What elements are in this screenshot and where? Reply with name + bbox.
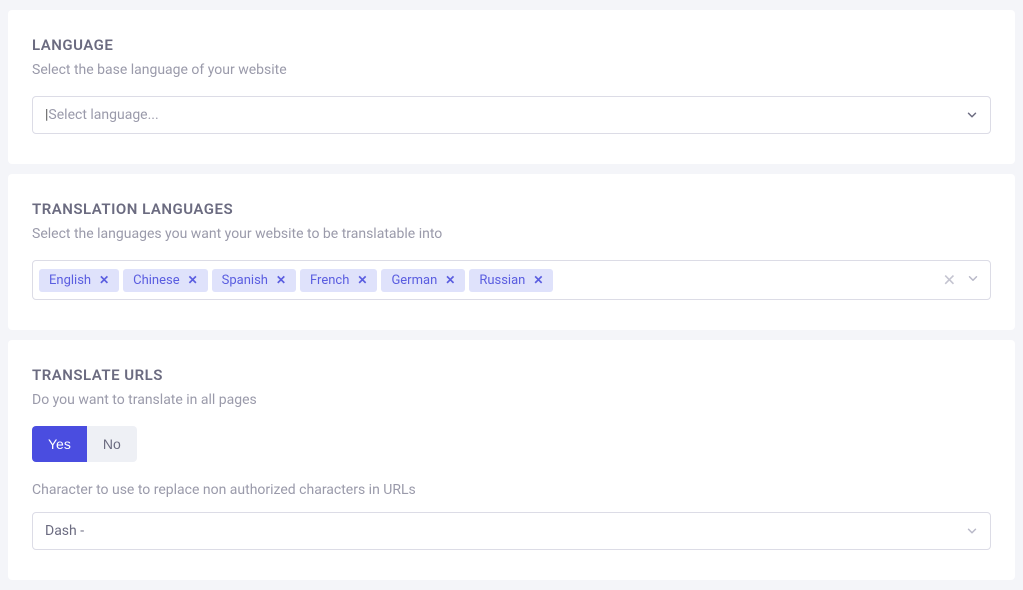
language-select-wrapper: |Select language... xyxy=(32,96,991,134)
url-char-select-wrapper: Dash - xyxy=(32,512,991,550)
translation-desc: Select the languages you want your websi… xyxy=(32,226,991,242)
translate-urls-card: TRANSLATE URLS Do you want to translate … xyxy=(8,340,1015,580)
url-char-label: Character to use to replace non authoriz… xyxy=(32,482,991,498)
tag-label: Chinese xyxy=(133,273,179,288)
translation-title: TRANSLATION LANGUAGES xyxy=(32,200,991,218)
tag-label: French xyxy=(310,273,349,288)
language-select[interactable]: |Select language... xyxy=(32,96,991,134)
chevron-down-icon[interactable] xyxy=(966,271,980,289)
clear-all-icon[interactable]: ✕ xyxy=(943,271,956,290)
language-tag: Spanish ✕ xyxy=(212,269,296,292)
remove-tag-icon[interactable]: ✕ xyxy=(443,273,457,287)
tag-label: Spanish xyxy=(222,273,268,288)
language-tag: French ✕ xyxy=(300,269,377,292)
translation-card: TRANSLATION LANGUAGES Select the languag… xyxy=(8,174,1015,330)
remove-tag-icon[interactable]: ✕ xyxy=(274,273,288,287)
yes-button[interactable]: Yes xyxy=(32,426,87,462)
url-char-value: Dash - xyxy=(45,523,84,539)
language-desc: Select the base language of your website xyxy=(32,62,991,78)
no-button[interactable]: No xyxy=(87,426,137,462)
tag-label: Russian xyxy=(479,273,525,288)
language-tag: English ✕ xyxy=(39,269,119,292)
multiselect-controls: ✕ xyxy=(943,271,980,290)
language-tag: Chinese ✕ xyxy=(123,269,208,292)
language-title: LANGUAGE xyxy=(32,36,991,54)
translate-urls-toggle: Yes No xyxy=(32,426,137,462)
translation-multiselect[interactable]: English ✕ Chinese ✕ Spanish ✕ French ✕ G… xyxy=(32,260,991,300)
url-char-select[interactable]: Dash - xyxy=(32,512,991,550)
language-tag: Russian ✕ xyxy=(469,269,553,292)
urls-title: TRANSLATE URLS xyxy=(32,366,991,384)
remove-tag-icon[interactable]: ✕ xyxy=(186,273,200,287)
urls-desc: Do you want to translate in all pages xyxy=(32,392,991,408)
language-placeholder: Select language... xyxy=(48,107,158,123)
tag-label: German xyxy=(391,273,437,288)
language-card: LANGUAGE Select the base language of you… xyxy=(8,10,1015,164)
language-tag: German ✕ xyxy=(381,269,465,292)
remove-tag-icon[interactable]: ✕ xyxy=(97,273,111,287)
remove-tag-icon[interactable]: ✕ xyxy=(355,273,369,287)
tag-label: English xyxy=(49,273,91,288)
remove-tag-icon[interactable]: ✕ xyxy=(531,273,545,287)
